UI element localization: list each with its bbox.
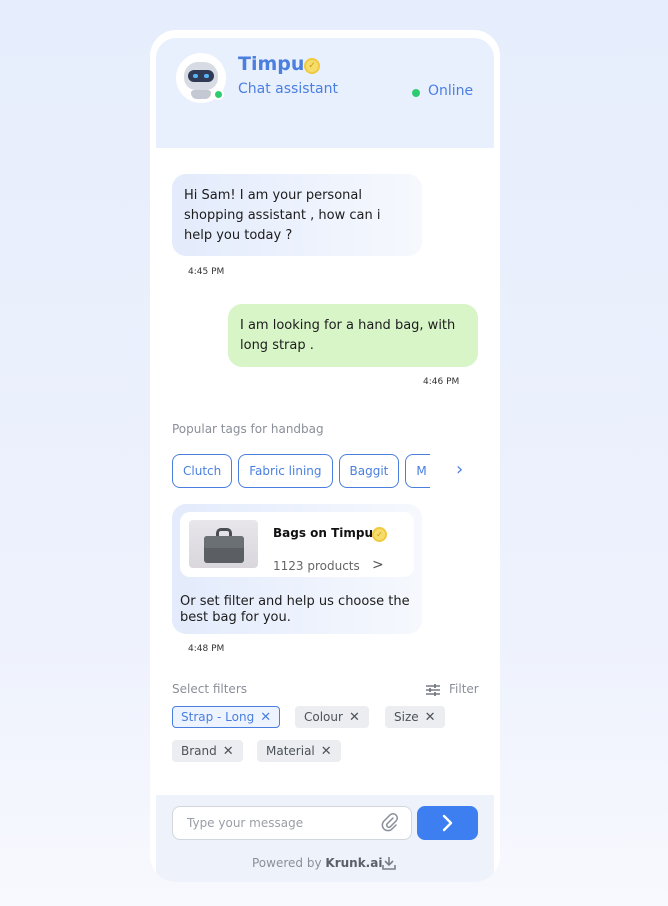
close-icon[interactable]: ✕ <box>260 708 271 728</box>
tag-baggit[interactable]: Baggit <box>338 454 400 488</box>
filter-chip-size[interactable]: Size ✕ <box>385 706 445 728</box>
verified-badge-icon: ✓ <box>304 58 320 74</box>
tag-fabric-lining[interactable]: Fabric lining <box>238 454 333 488</box>
online-status-dot <box>412 89 420 97</box>
tag-clutch[interactable]: Clutch <box>172 454 233 488</box>
powered-by-text: Powered by Krunk.ai <box>252 856 383 870</box>
filter-chip-colour[interactable]: Colour ✕ <box>295 706 369 728</box>
tags-next-chevron-icon[interactable]: › <box>456 459 463 480</box>
message-timestamp: 4:45 PM <box>188 267 225 277</box>
popular-tags-row[interactable]: Clutch Fabric lining Baggit M <box>172 454 430 488</box>
verified-badge-icon: ✓ <box>372 527 387 542</box>
composer-bar: Powered by Krunk.ai <box>156 795 494 882</box>
message-input[interactable] <box>187 814 377 832</box>
chevron-right-icon <box>442 814 453 832</box>
sliders-icon <box>426 684 440 696</box>
filter-button-label: Filter <box>449 682 479 696</box>
bot-avatar <box>176 53 226 103</box>
message-input-box[interactable] <box>172 806 412 840</box>
chat-header: Timpu ✓ Chat assistant Online <box>156 38 494 148</box>
select-filters-title: Select filters <box>172 682 247 696</box>
bag-product-image <box>189 520 258 568</box>
chat-widget: Timpu ✓ Chat assistant Online Hi Sam! I … <box>150 30 500 882</box>
paperclip-icon[interactable] <box>381 813 399 833</box>
brand-name: Krunk.ai <box>325 856 383 870</box>
tag-partial[interactable]: M <box>405 454 430 488</box>
online-status: Online <box>428 83 474 99</box>
message-timestamp: 4:46 PM <box>423 377 460 387</box>
send-button[interactable] <box>417 806 478 840</box>
bot-name: Timpu <box>238 53 305 75</box>
chevron-right-icon[interactable]: > <box>372 557 384 573</box>
close-icon[interactable]: ✕ <box>223 742 234 762</box>
filter-chip-material[interactable]: Material ✕ <box>257 740 341 762</box>
close-icon[interactable]: ✕ <box>349 708 360 728</box>
product-count: 1123 products <box>273 559 360 573</box>
filter-chip-strap-long[interactable]: Strap - Long ✕ <box>172 706 281 728</box>
close-icon[interactable]: ✕ <box>425 708 436 728</box>
bot-message-bubble: Hi Sam! I am your personal shopping assi… <box>172 174 422 256</box>
bot-role: Chat assistant <box>238 81 338 97</box>
filter-prompt-text: Or set filter and help us choose the bes… <box>180 594 410 625</box>
close-icon[interactable]: ✕ <box>321 742 332 762</box>
krunk-logo-icon <box>382 857 396 870</box>
avatar-online-indicator <box>213 89 224 100</box>
product-card[interactable]: Bags on Timpu ✓ 1123 products > <box>180 512 414 577</box>
message-timestamp: 4:48 PM <box>188 644 225 654</box>
filter-chip-brand[interactable]: Brand ✕ <box>172 740 243 762</box>
bot-product-bubble: Bags on Timpu ✓ 1123 products > Or set f… <box>172 504 422 634</box>
popular-tags-title: Popular tags for handbag <box>172 422 324 436</box>
product-title: Bags on Timpu <box>273 526 374 540</box>
user-message-bubble: I am looking for a hand bag, with long s… <box>228 304 478 367</box>
